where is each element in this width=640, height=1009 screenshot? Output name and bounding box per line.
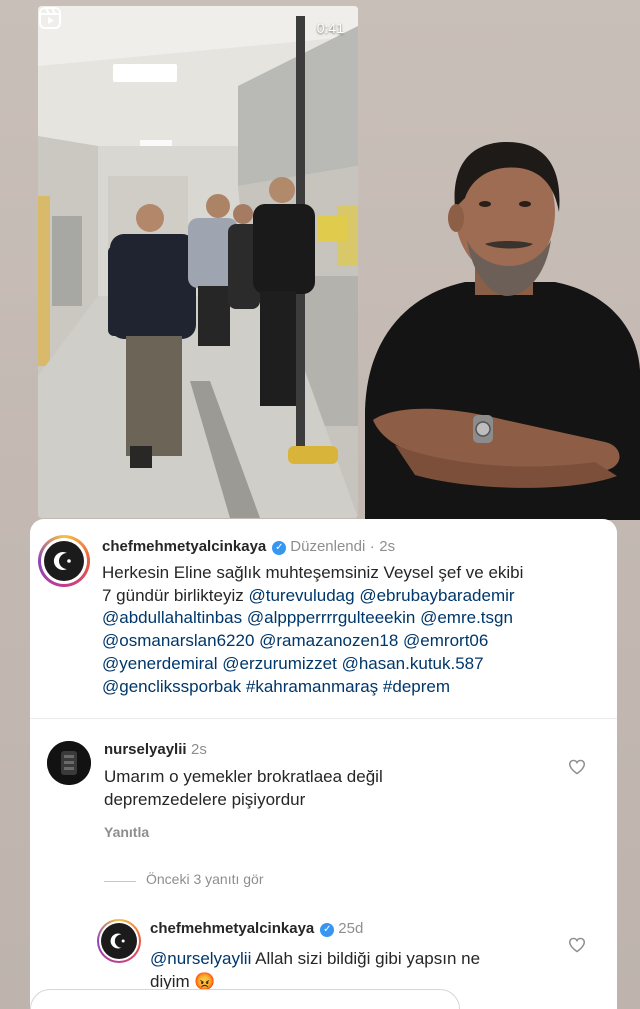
crescent-logo-icon [110, 933, 125, 949]
caption-text: Herkesin Eline sağlık muhteşemsiniz Veys… [102, 563, 524, 582]
reply-time: 25d [338, 920, 364, 937]
caption-line: @abdullahaltinbas @alppperrrrgulteeekin … [102, 607, 602, 630]
caption-line: @osmanarslan6220 @ramazanozen18 @emrort0… [102, 630, 602, 653]
replies-divider [104, 881, 136, 882]
caption-text: 7 gündür birlikteyiz [102, 585, 249, 605]
like-heart-icon[interactable] [568, 759, 586, 775]
post-time: 2s [379, 538, 396, 555]
kitchen-scene [38, 6, 358, 518]
caption-mention[interactable]: @erzurumizzet [222, 654, 337, 673]
caption-line: @genclikssporbak #kahramanmaraş #deprem [102, 676, 602, 699]
post-caption: Herkesin Eline sağlık muhteşemsiniz Veys… [102, 562, 602, 698]
reply-mention[interactable]: @nurselyaylii [150, 949, 251, 968]
caption-mention[interactable]: @abdullahaltinbas [102, 608, 242, 627]
reply-header: chefmehmetyalcinkaya ✓ 25d [150, 920, 363, 938]
comment-text: Umarım o yemekler brokratlaea değil depr… [104, 765, 383, 811]
caption-line: Herkesin Eline sağlık muhteşemsiniz Veys… [102, 562, 602, 585]
comment-input-pill[interactable] [30, 989, 460, 1009]
caption-mention[interactable]: @emrort06 [403, 631, 488, 650]
crescent-logo-icon [53, 552, 71, 570]
caption-hashtag[interactable]: #deprem [383, 677, 450, 696]
chef-portrait [365, 142, 640, 520]
caption-mention[interactable]: @hasan.kutuk.587 [342, 654, 484, 673]
reply-button[interactable]: Yanıtla [104, 824, 149, 840]
verified-badge-icon: ✓ [272, 541, 287, 555]
video-panel[interactable]: 0:41 [38, 6, 358, 518]
avatar-image [47, 741, 91, 785]
caption-mention[interactable]: @osmanarslan6220 [102, 631, 254, 650]
comment-header: nurselyaylii 2s [104, 741, 207, 759]
caption-mention[interactable]: @alppperrrrgulteeekin [247, 608, 415, 627]
reels-icon[interactable] [38, 6, 62, 30]
video-duration: 0:41 [316, 20, 344, 36]
like-heart-icon[interactable] [568, 937, 586, 953]
post-author-avatar[interactable] [38, 535, 90, 587]
reply-text-rest: Allah sizi bildiği gibi yapsın ne [251, 949, 481, 968]
caption-mention[interactable]: @turevuludag [248, 586, 354, 605]
comment-line: Umarım o yemekler brokratlaea değil [104, 767, 383, 786]
edited-label: Düzenlendi [290, 538, 366, 555]
comments-card: chefmehmetyalcinkaya ✓ Düzenlendi · 2s Her… [30, 519, 617, 1009]
reply-author-avatar[interactable] [97, 919, 141, 963]
caption-mention[interactable]: @yenerdemiral [102, 654, 218, 673]
meta-separator: · [369, 538, 375, 555]
verified-badge-icon: ✓ [320, 923, 335, 937]
caption-hashtag[interactable]: #kahramanmaraş [246, 677, 378, 696]
caption-mention[interactable]: @emre.tsgn [420, 608, 513, 627]
comment-line: depremzedelere pişiyordur [104, 790, 306, 809]
reply-line: @nurselyaylii Allah sizi bildiği gibi ya… [150, 947, 550, 970]
story-screen: 0:41 chefmehmetyalcinkaya ✓ Düzenlendi ·… [0, 0, 640, 1009]
caption-mention[interactable]: @genclikssporbak [102, 677, 241, 696]
commenter-avatar[interactable] [47, 741, 91, 785]
caption-line: 7 gündür birlikteyiz @turevuludag @ebrub… [102, 585, 602, 608]
post-header-line: chefmehmetyalcinkaya ✓ Düzenlendi · 2s [102, 538, 395, 556]
caption-line: @yenerdemiral @erzurumizzet @hasan.kutuk… [102, 653, 602, 676]
caption-mention[interactable]: @ramazanozen18 [259, 631, 398, 650]
comment-time: 2s [191, 741, 207, 758]
reply-author-username[interactable]: chefmehmetyalcinkaya [150, 920, 314, 937]
post-caption-section: chefmehmetyalcinkaya ✓ Düzenlendi · 2s Her… [30, 519, 617, 719]
commenter-username[interactable]: nurselyaylii [104, 741, 187, 758]
view-previous-replies-button[interactable]: Önceki 3 yanıtı gör [146, 871, 264, 887]
reply-text: @nurselyaylii Allah sizi bildiği gibi ya… [150, 947, 550, 993]
post-author-username[interactable]: chefmehmetyalcinkaya [102, 538, 266, 555]
caption-mention[interactable]: @ebrubaybarademir [359, 586, 514, 605]
